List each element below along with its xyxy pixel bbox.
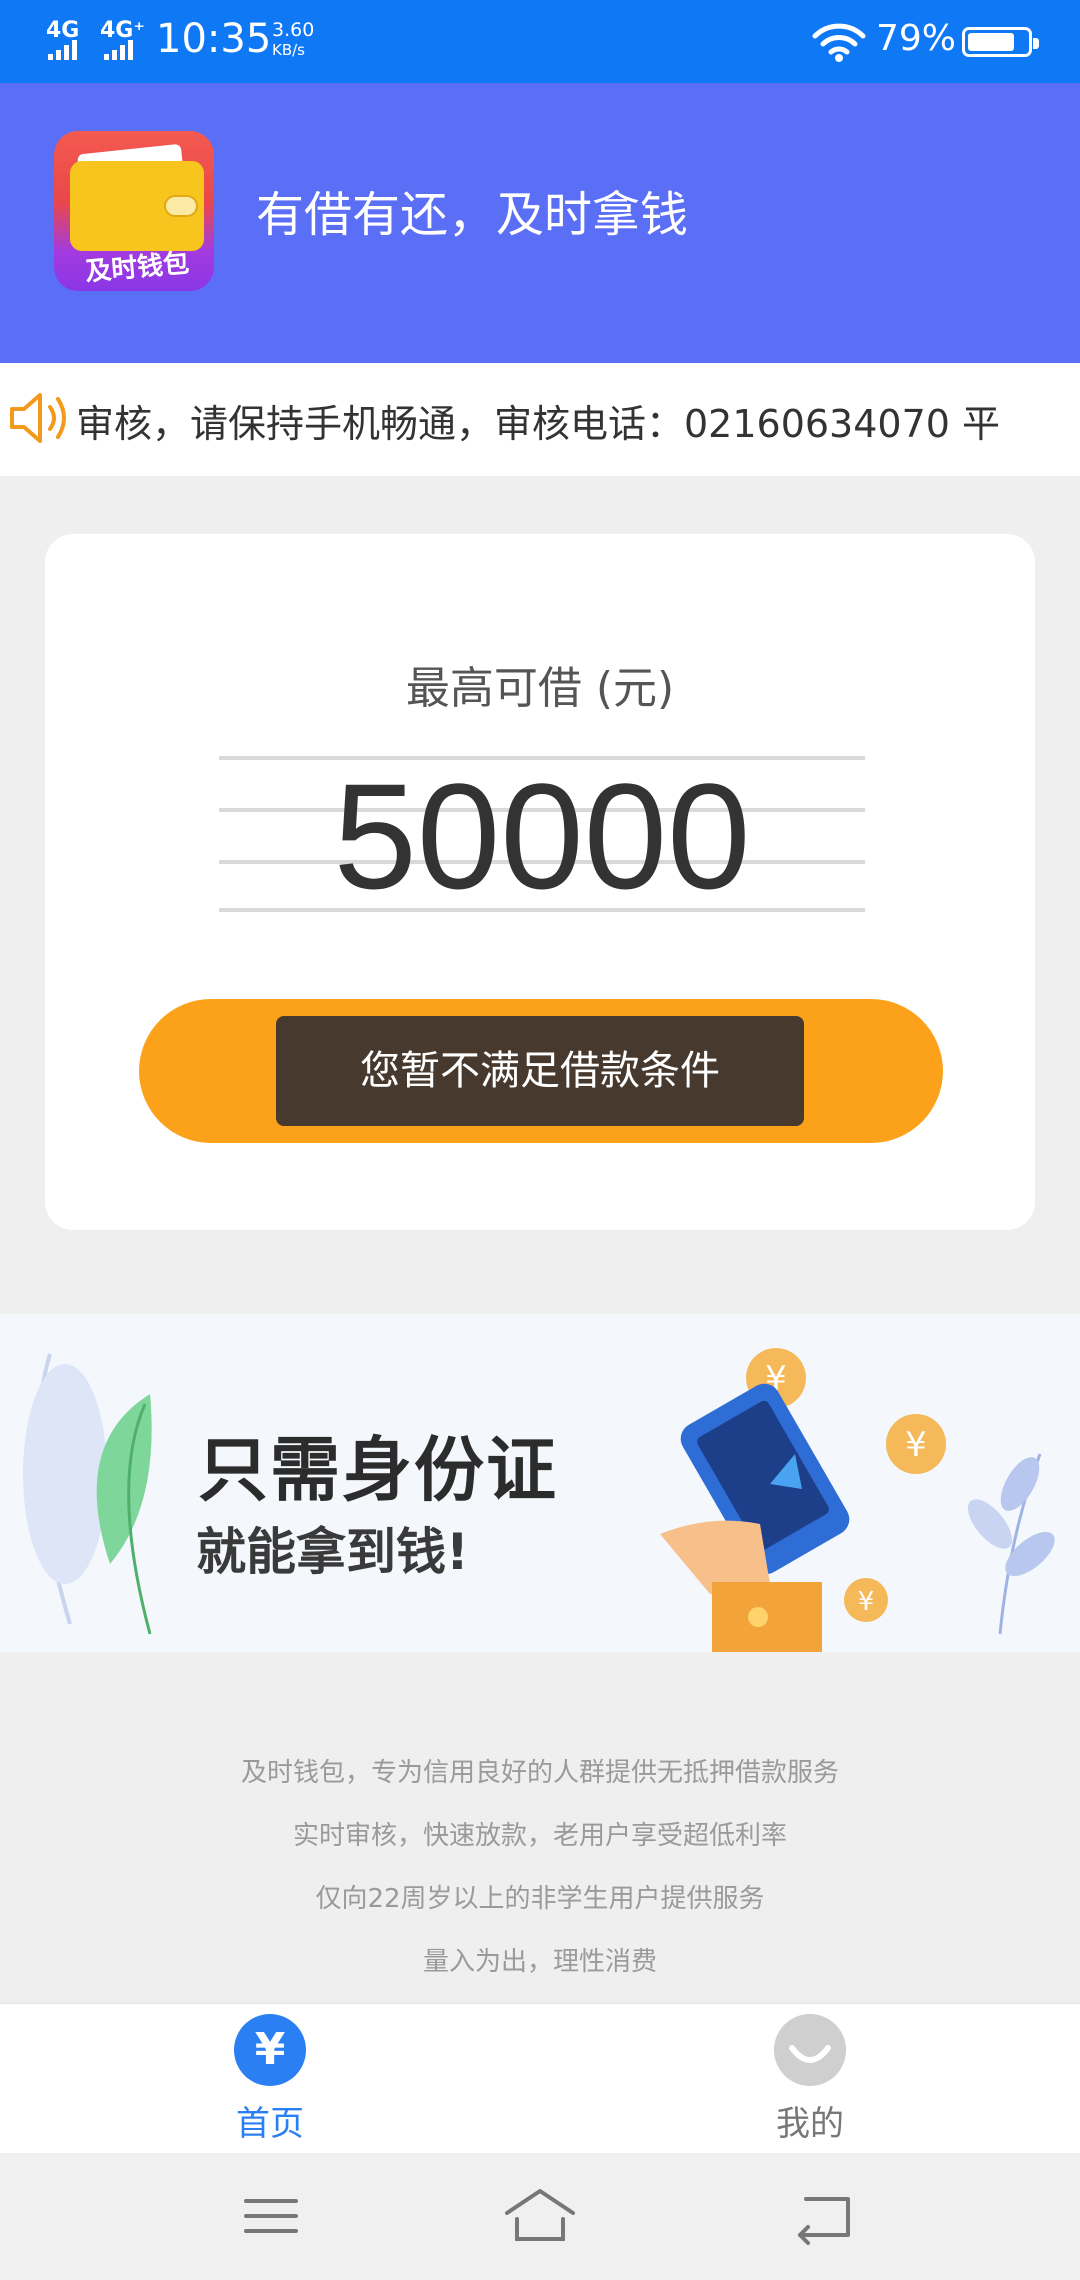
battery-icon bbox=[962, 27, 1039, 57]
wifi-icon bbox=[812, 23, 866, 62]
ineligible-toast: 您暂不满足借款条件 bbox=[276, 1016, 804, 1126]
speaker-icon bbox=[10, 393, 66, 443]
svg-text:¥: ¥ bbox=[905, 1425, 927, 1465]
battery-percent: 79% bbox=[876, 18, 957, 59]
banner-title: 只需身份证 bbox=[198, 1429, 558, 1511]
menu-icon[interactable] bbox=[226, 2183, 316, 2249]
info-line: 仅向22周岁以上的非学生用户提供服务 bbox=[315, 1884, 765, 1914]
yen-icon: ¥ bbox=[234, 2014, 306, 2086]
tab-home-label: 首页 bbox=[236, 2104, 304, 2144]
bottom-tab-bar: ¥ 首页 我的 bbox=[0, 2003, 1080, 2153]
notice-text: 审核，请保持手机畅通，审核电话：02160634070 平 bbox=[76, 402, 1001, 446]
hand-phone-illustration: ¥ ¥ ¥ bbox=[660, 1348, 1055, 1652]
app-logo: 及时钱包 bbox=[54, 131, 214, 291]
home-icon[interactable] bbox=[495, 2183, 585, 2249]
info-line: 实时审核，快速放款，老用户享受超低利率 bbox=[292, 1821, 787, 1851]
banner-subtitle: 就能拿到钱! bbox=[196, 1523, 469, 1581]
promo-banner[interactable]: 只需身份证 就能拿到钱! ¥ ¥ ¥ bbox=[0, 1314, 1080, 1652]
info-line: 及时钱包，专为信用良好的人群提供无抵押借款服务 bbox=[240, 1758, 839, 1788]
max-loan-label: 最高可借 (元) bbox=[405, 663, 675, 714]
notice-bar: 审核，请保持手机畅通，审核电话：02160634070 平 bbox=[0, 363, 1080, 476]
info-line: 量入为出，理性消费 bbox=[422, 1947, 657, 1977]
back-icon[interactable] bbox=[778, 2183, 868, 2249]
max-loan-amount-box: 50000 bbox=[219, 756, 865, 916]
app-header: 及时钱包 有借有还，及时拿钱 bbox=[0, 83, 1080, 363]
tab-mine-label: 我的 bbox=[776, 2104, 844, 2144]
status-bar: 4G 4G⁺ 10:35 3.60 KB/s 79% bbox=[0, 0, 1080, 83]
header-slogan: 有借有还，及时拿钱 bbox=[256, 187, 689, 243]
tab-mine[interactable]: 我的 bbox=[660, 2004, 960, 2154]
network-speed: 3.60 KB/s bbox=[272, 19, 315, 59]
loan-card: 最高可借 (元) 50000 您暂不满足借款条件 bbox=[45, 534, 1035, 1230]
plant-illustration bbox=[23, 1353, 152, 1634]
system-nav-bar bbox=[0, 2153, 1080, 2280]
network-type-2: 4G⁺ bbox=[100, 18, 145, 43]
clock: 10:35 bbox=[156, 16, 272, 62]
smile-icon bbox=[774, 2014, 846, 2086]
tab-home[interactable]: ¥ 首页 bbox=[120, 2004, 420, 2154]
svg-text:¥: ¥ bbox=[858, 1587, 875, 1617]
max-loan-amount: 50000 bbox=[333, 752, 751, 920]
